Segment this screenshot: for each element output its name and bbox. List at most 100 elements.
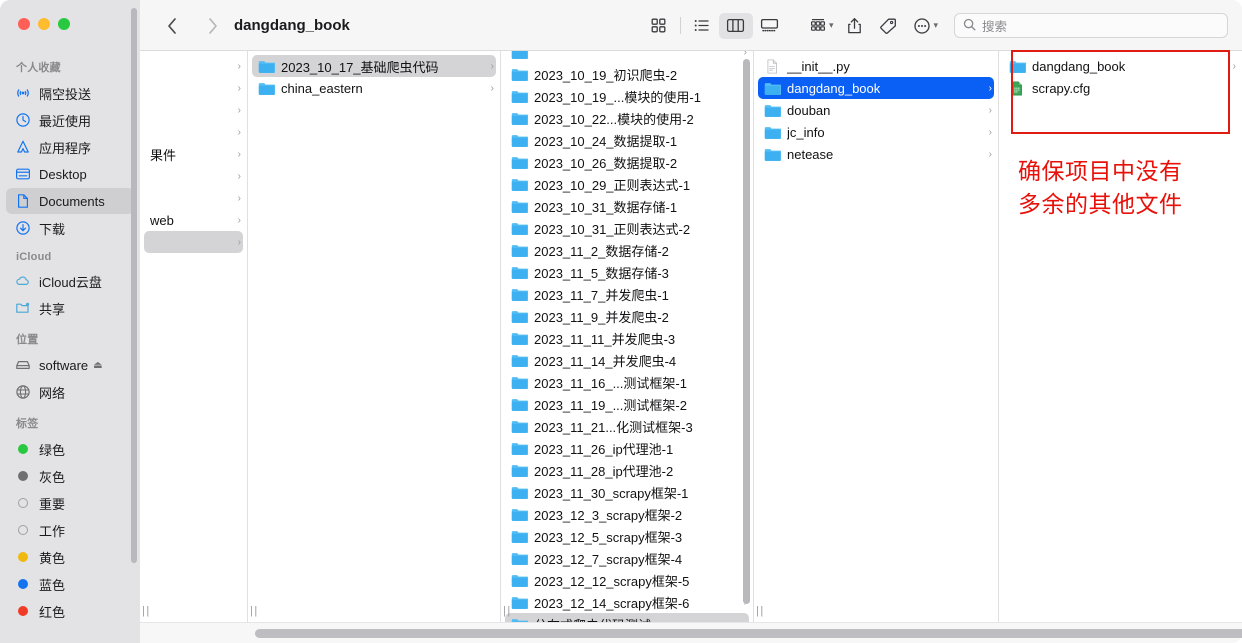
column-resize-grip[interactable]: || xyxy=(140,600,247,622)
list-item[interactable]: 2023_11_16_...测试框架-1› xyxy=(505,371,749,393)
list-item[interactable]: 2023_10_31_正则表达式-2› xyxy=(505,217,749,239)
column-view-button[interactable] xyxy=(718,12,753,39)
list-item[interactable]: 2023_11_9_并发爬虫-2› xyxy=(505,305,749,327)
list-item[interactable]: › xyxy=(144,121,243,143)
list-item[interactable]: 2023_12_7_scrapy框架-4› xyxy=(505,547,749,569)
item-label: 2023_10_22...模块的使用-2 xyxy=(534,111,694,127)
column-resize-grip[interactable]: || xyxy=(501,600,753,622)
sidebar-scrollbar[interactable] xyxy=(131,8,137,563)
sidebar-item-airdrop[interactable]: 隔空投送 xyxy=(6,80,134,106)
sidebar-item-tag-red[interactable]: 红色 xyxy=(6,598,134,624)
list-item[interactable]: 2023_10_26_数据提取-2› xyxy=(505,151,749,173)
sidebar-item-shared[interactable]: 共享 xyxy=(6,295,134,321)
icon-view-button[interactable] xyxy=(642,13,676,39)
chevron-down-icon[interactable]: ▾ xyxy=(933,20,938,31)
list-item[interactable]: dangdang_book › xyxy=(758,77,994,99)
sidebar-item-tag-gray[interactable]: 灰色 xyxy=(6,463,134,489)
finder-column-1[interactable]: 2023_10_17_基础爬虫代码 › china_eastern › || xyxy=(248,51,501,622)
list-item[interactable]: › xyxy=(144,231,243,253)
list-item[interactable]: 2023_10_29_正则表达式-1› xyxy=(505,173,749,195)
chevron-down-icon[interactable]: ▾ xyxy=(829,20,834,31)
sidebar-item-network[interactable]: 网络 xyxy=(6,379,134,405)
horizontal-scrollbar-track[interactable] xyxy=(140,622,1242,643)
sidebar-item-tag-green[interactable]: 绿色 xyxy=(6,436,134,462)
finder-column-2[interactable]: ›2023_10_19_初识爬虫-2›2023_10_19_...模块的使用-1… xyxy=(501,51,754,622)
eject-icon[interactable]: ⏏ xyxy=(93,360,102,371)
sidebar-item-label: 共享 xyxy=(39,301,66,317)
sidebar-item-tag-important[interactable]: 重要 xyxy=(6,490,134,516)
list-item[interactable]: 2023_10_19_初识爬虫-2› xyxy=(505,63,749,85)
list-view-button[interactable] xyxy=(685,13,719,39)
finder-column-0[interactable]: › › › › 果件 › › › web › › || xyxy=(140,51,248,622)
minimize-button[interactable] xyxy=(38,18,50,30)
list-item[interactable]: › xyxy=(144,187,243,209)
folder-icon xyxy=(511,111,528,126)
list-item[interactable]: 2023_11_14_并发爬虫-4› xyxy=(505,349,749,371)
forward-button[interactable] xyxy=(198,12,226,40)
column-resize-grip[interactable]: || xyxy=(754,600,998,622)
maximize-button[interactable] xyxy=(58,18,70,30)
close-button[interactable] xyxy=(18,18,30,30)
list-item[interactable]: 2023_10_31_数据存储-1› xyxy=(505,195,749,217)
list-item[interactable]: 2023_10_22...模块的使用-2› xyxy=(505,107,749,129)
toolbar: dangdang_book ▾ ▾ 搜索 xyxy=(140,0,1242,51)
clock-icon xyxy=(14,112,32,128)
list-item[interactable]: china_eastern › xyxy=(252,77,496,99)
list-item[interactable]: 2023_12_5_scrapy框架-3› xyxy=(505,525,749,547)
list-item[interactable]: › xyxy=(144,165,243,187)
finder-column-3[interactable]: __init__.py dangdang_book › douban › jc_… xyxy=(754,51,999,622)
sidebar-scroll-area[interactable]: 个人收藏 隔空投送 最近使用 应用程序 Desktop Documents 下载… xyxy=(0,50,140,643)
tag-button[interactable] xyxy=(871,13,905,39)
finder-column-4[interactable]: dangdang_book › scrapy.cfg xyxy=(999,51,1242,622)
search-field[interactable]: 搜索 xyxy=(954,13,1228,38)
list-item[interactable]: 2023_11_21...化测试框架-3› xyxy=(505,415,749,437)
sidebar-item-tag-yellow[interactable]: 黄色 xyxy=(6,544,134,570)
list-item[interactable]: 2023_10_19_...模块的使用-1› xyxy=(505,85,749,107)
list-item[interactable]: web › xyxy=(144,209,243,231)
list-item[interactable]: dangdang_book › xyxy=(1003,55,1238,77)
horizontal-scrollbar-thumb[interactable] xyxy=(255,629,1242,638)
gallery-view-button[interactable] xyxy=(753,13,787,39)
list-item[interactable]: › xyxy=(505,51,749,63)
list-item[interactable]: 2023_11_11_并发爬虫-3› xyxy=(505,327,749,349)
item-label: jc_info xyxy=(787,124,825,140)
back-button[interactable] xyxy=(158,12,186,40)
list-item[interactable]: douban › xyxy=(758,99,994,121)
list-item[interactable]: __init__.py xyxy=(758,55,994,77)
list-item[interactable]: › xyxy=(144,77,243,99)
list-item[interactable]: 2023_11_7_并发爬虫-1› xyxy=(505,283,749,305)
list-item[interactable]: 2023_12_12_scrapy框架-5› xyxy=(505,569,749,591)
sidebar-item-software[interactable]: software ⏏ xyxy=(6,352,134,378)
column-2-scrollbar[interactable] xyxy=(743,59,750,604)
list-item[interactable]: 2023_11_5_数据存储-3› xyxy=(505,261,749,283)
sidebar-bottom-filler xyxy=(0,622,140,643)
sidebar-item-recents[interactable]: 最近使用 xyxy=(6,107,134,133)
sidebar-item-documents[interactable]: Documents xyxy=(6,188,134,214)
list-item[interactable]: 2023_10_24_数据提取-1› xyxy=(505,129,749,151)
list-item[interactable]: 2023_10_17_基础爬虫代码 › xyxy=(252,55,496,77)
list-item[interactable]: 2023_11_26_ip代理池-1› xyxy=(505,437,749,459)
list-item[interactable]: › xyxy=(144,99,243,121)
sidebar-item-tag-work[interactable]: 工作 xyxy=(6,517,134,543)
share-button[interactable] xyxy=(837,13,871,39)
list-item[interactable]: 2023_11_30_scrapy框架-1› xyxy=(505,481,749,503)
column-resize-grip[interactable]: || xyxy=(248,600,500,622)
sidebar-item-applications[interactable]: 应用程序 xyxy=(6,134,134,160)
sidebar-item-tag-blue[interactable]: 蓝色 xyxy=(6,571,134,597)
list-item[interactable]: netease › xyxy=(758,143,994,165)
sidebar-item-icloud-drive[interactable]: iCloud云盘 xyxy=(6,268,134,294)
list-item[interactable]: 2023_11_28_ip代理池-2› xyxy=(505,459,749,481)
list-item[interactable]: › xyxy=(144,55,243,77)
list-item[interactable]: jc_info › xyxy=(758,121,994,143)
sidebar-item-label: 蓝色 xyxy=(39,577,66,593)
list-item[interactable]: 2023_11_19_...测试框架-2› xyxy=(505,393,749,415)
list-item[interactable]: 果件 › xyxy=(144,143,243,165)
sidebar-item-downloads[interactable]: 下载 xyxy=(6,215,134,241)
list-item[interactable]: scrapy.cfg xyxy=(1003,77,1238,99)
list-item[interactable]: 2023_11_2_数据存储-2› xyxy=(505,239,749,261)
list-item[interactable]: 2023_12_3_scrapy框架-2› xyxy=(505,503,749,525)
sidebar-item-desktop[interactable]: Desktop xyxy=(6,161,134,187)
column-4-items: dangdang_book › scrapy.cfg xyxy=(999,55,1242,99)
shared-folder-icon xyxy=(14,300,32,316)
column-0-items: › › › › 果件 › › › web › › xyxy=(140,55,247,253)
